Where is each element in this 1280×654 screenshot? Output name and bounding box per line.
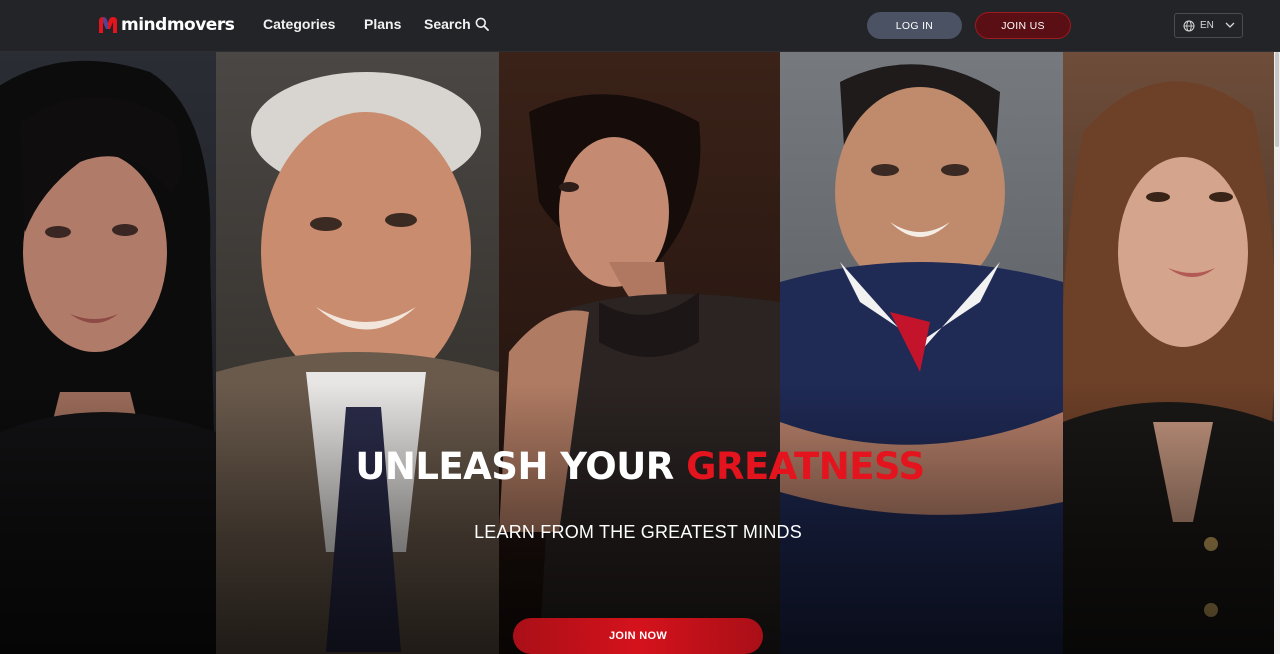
scrollbar-thumb[interactable]: [1275, 52, 1279, 147]
nav-plans[interactable]: Plans: [364, 16, 401, 32]
portrait-2: [216, 52, 499, 654]
brand-logo[interactable]: mindmovers: [98, 13, 235, 37]
nav-categories[interactable]: Categories: [263, 16, 335, 32]
brand-name: mindmovers: [121, 15, 235, 35]
chevron-down-icon: [1225, 22, 1235, 29]
hero-headline-white: UNLEASH YOUR: [355, 445, 687, 488]
hero-headline: UNLEASH YOUR GREATNESS: [0, 445, 1280, 488]
login-button[interactable]: LOG IN: [867, 12, 962, 39]
hero-banner: [0, 52, 1274, 654]
portrait-1: [0, 52, 216, 654]
portrait-5: [1063, 52, 1274, 654]
nav-search[interactable]: Search: [424, 16, 489, 32]
language-label: EN: [1200, 20, 1214, 31]
portrait-3: [499, 52, 780, 654]
page-scrollbar[interactable]: [1274, 52, 1280, 654]
top-navigation-bar: mindmovers Categories Plans Search LOG I…: [0, 0, 1280, 52]
join-us-button[interactable]: JOIN US: [975, 12, 1071, 39]
language-selector[interactable]: EN: [1174, 13, 1243, 38]
join-now-button[interactable]: JOIN NOW: [513, 618, 763, 654]
search-icon: [475, 17, 489, 31]
mindmovers-logo-icon: [99, 17, 117, 33]
nav-search-label: Search: [424, 16, 471, 32]
hero-headline-accent: GREATNESS: [686, 445, 925, 488]
portrait-4: [780, 52, 1063, 654]
globe-icon: [1183, 20, 1195, 32]
hero-subheadline: LEARN FROM THE GREATEST MINDS: [474, 522, 802, 542]
